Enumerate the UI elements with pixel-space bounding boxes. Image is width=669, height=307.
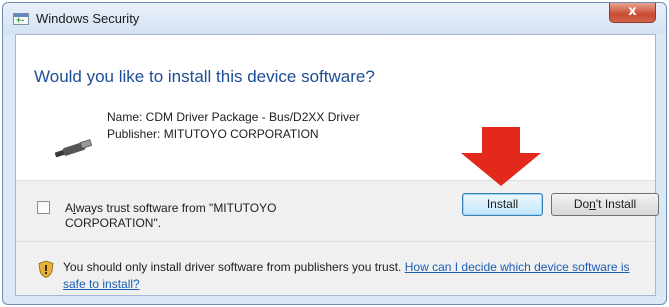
window-title: Windows Security (36, 11, 140, 26)
publisher-warning: You should only install driver software … (63, 259, 653, 293)
driver-name: Name: CDM Driver Package - Bus/D2XX Driv… (107, 110, 360, 124)
driver-info: Name: CDM Driver Package - Bus/D2XX Driv… (107, 109, 360, 143)
close-button[interactable]: x (609, 3, 656, 23)
always-trust-label[interactable]: Always trust software from "MITUTOYO COR… (65, 201, 355, 231)
dont-install-button[interactable]: Don't Install (551, 193, 659, 216)
install-question: Would you like to install this device so… (34, 67, 375, 86)
usb-plug-icon (54, 139, 93, 158)
install-button[interactable]: Install (462, 193, 543, 216)
red-down-arrow-icon (461, 127, 541, 186)
warning-text: You should only install driver software … (63, 260, 402, 274)
shield-warning-icon (38, 260, 54, 278)
windows-security-dialog: +- Windows Security x Would you like to … (2, 2, 667, 305)
title-bar[interactable]: +- Windows Security x (3, 3, 666, 34)
action-panel: Always trust software from "MITUTOYO COR… (16, 181, 659, 295)
always-trust-checkbox[interactable] (37, 201, 50, 214)
divider (16, 241, 655, 242)
driver-publisher: Publisher: MITUTOYO CORPORATION (107, 127, 319, 141)
window-app-icon: +- (13, 13, 29, 25)
dialog-content: Would you like to install this device so… (15, 34, 659, 296)
